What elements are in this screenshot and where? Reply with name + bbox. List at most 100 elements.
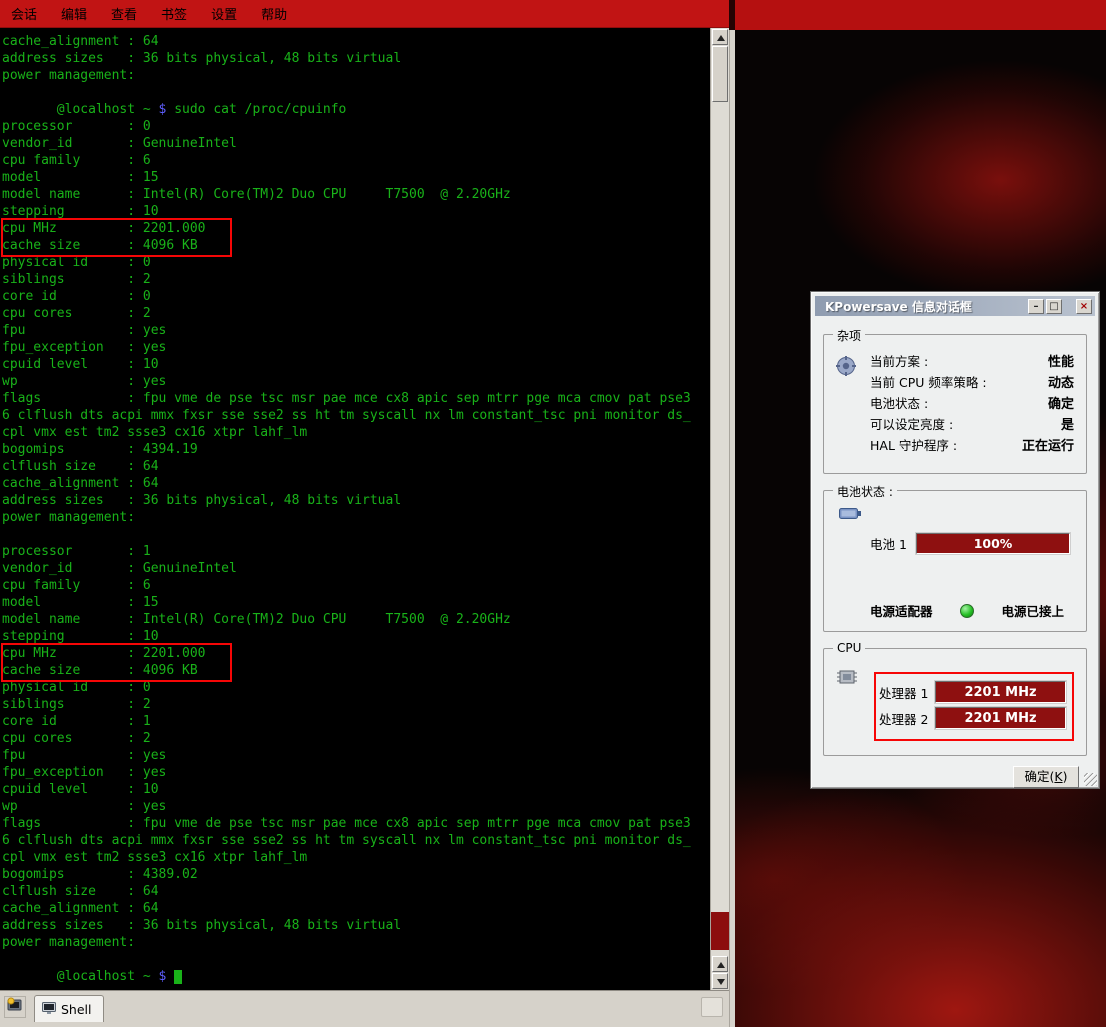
terminal-line: model : 15	[2, 169, 710, 186]
misc-row: 当前方案 : 性能	[870, 350, 1074, 371]
terminal-line: cpl vmx est tm2 ssse3 cx16 xtpr lahf_lm	[2, 424, 710, 441]
terminal-line: address sizes : 36 bits physical, 48 bit…	[2, 917, 710, 934]
terminal-line: fpu_exception : yes	[2, 764, 710, 781]
cpu-icon	[835, 667, 859, 690]
terminal-prompt-line: @localhost ~ $	[2, 968, 710, 985]
scroll-up-button-bottom[interactable]	[712, 956, 728, 972]
ok-row: 确定(K)	[823, 766, 1087, 788]
field-label: 电池状态 :	[870, 393, 928, 412]
terminal-line: cache_alignment : 64	[2, 33, 710, 50]
resize-grip[interactable]	[1084, 773, 1097, 786]
field-value: 是	[1061, 414, 1074, 433]
misc-group: 杂项 当前方案 :性能当前 CPU 频率策略 :动态电池状态 :确定可以设定亮度…	[823, 334, 1087, 474]
terminal-line: cpu MHz : 2201.000	[2, 645, 710, 662]
terminal-line: cache size : 4096 KB	[2, 237, 710, 254]
menu-item[interactable]: 会话	[11, 4, 37, 23]
cpu-label: 处理器 2	[879, 709, 935, 728]
misc-group-title: 杂项	[833, 327, 865, 344]
scroll-up-button[interactable]	[712, 29, 728, 45]
terminal-line: wp : yes	[2, 373, 710, 390]
misc-row: 电池状态 :确定	[870, 392, 1074, 413]
dialog-title: KPowersave 信息对话框	[825, 298, 1026, 315]
terminal-icon	[42, 1002, 56, 1017]
scrollbar-red-marker	[711, 912, 729, 950]
screen: 会话 编辑 查看 书签 设置 帮助 cache_alignment : 64 address…	[0, 0, 1106, 1027]
minimize-icon: –	[1034, 301, 1039, 312]
terminal-line: cpuid level : 10	[2, 356, 710, 373]
scroll-down-button[interactable]	[712, 973, 728, 989]
terminal-line: flags : fpu vme de pse tsc msr pae mce c…	[2, 390, 710, 407]
new-session-icon	[7, 997, 23, 1017]
window-border-top	[729, 0, 735, 30]
terminal-line: cpu cores : 2	[2, 305, 710, 322]
session-tabbar: Shell	[0, 990, 729, 1027]
ok-button[interactable]: 确定(K)	[1013, 766, 1079, 788]
terminal-line: vendor_id : GenuineIntel	[2, 560, 710, 577]
field-value: 性能	[1048, 351, 1074, 370]
terminal-scrollbar[interactable]	[710, 28, 729, 990]
misc-row: HAL 守护程序 :正在运行	[870, 434, 1074, 455]
scrollbar-thumb[interactable]	[712, 46, 728, 102]
terminal-line: 6 clflush dts acpi mmx fxsr sse sse2 ss …	[2, 407, 710, 424]
terminal-line: power management:	[2, 934, 710, 951]
terminal-line: clflush size : 64	[2, 458, 710, 475]
terminal-line: cpuid level : 10	[2, 781, 710, 798]
terminal-output: cache_alignment : 64 address sizes : 36 b…	[0, 28, 710, 990]
menu-item[interactable]: 编辑	[61, 4, 87, 23]
terminal-line: physical id : 0	[2, 254, 710, 271]
menu-item[interactable]: 设置	[211, 4, 237, 23]
terminal-cursor	[174, 970, 182, 984]
terminal-line: model name : Intel(R) Core(TM)2 Duo CPU …	[2, 186, 710, 203]
terminal-line: cache size : 4096 KB	[2, 662, 710, 679]
minimize-button[interactable]: –	[1028, 299, 1044, 314]
misc-rows: 当前方案 : 性能当前 CPU 频率策略 :动态电池状态 :确定可以设定亮度 : 是…	[870, 350, 1074, 455]
terminal-line: processor : 0	[2, 118, 710, 135]
terminal-line: siblings : 2	[2, 696, 710, 713]
cpu-row: 处理器 22201 MHz	[879, 707, 1066, 729]
menu-item[interactable]: 查看	[111, 4, 137, 23]
field-label: 当前方案 :	[870, 351, 928, 370]
terminal-line: bogomips : 4389.02	[2, 866, 710, 883]
cpu-group-title: CPU	[833, 641, 865, 655]
close-button[interactable]: ×	[1076, 299, 1092, 314]
battery-group: 电池状态 : 电池 1 100% 电源适配器	[823, 490, 1087, 632]
terminal-line: flags : fpu vme de pse tsc msr pae mce c…	[2, 815, 710, 832]
dialog-body: 杂项 当前方案 : 性能当前 CPU 频率策略 :动态电池状态 :确定可以设定亮度…	[815, 316, 1095, 788]
terminal-line: 6 clflush dts acpi mmx fxsr sse sse2 ss …	[2, 832, 710, 849]
cpu-label: 处理器 1	[879, 683, 935, 702]
terminal-line: fpu_exception : yes	[2, 339, 710, 356]
field-value: 动态	[1048, 372, 1074, 391]
maximize-icon: □	[1049, 301, 1058, 312]
new-session-button[interactable]	[4, 996, 26, 1018]
terminal-line	[2, 951, 710, 968]
misc-row: 可以设定亮度 : 是	[870, 413, 1074, 434]
cpu-row: 处理器 12201 MHz	[879, 681, 1066, 703]
terminal-line: physical id : 0	[2, 679, 710, 696]
battery-row: 电池 1 100%	[870, 533, 1070, 554]
dialog-titlebar[interactable]: KPowersave 信息对话框 – □ ×	[815, 296, 1095, 316]
terminal-line: cpu family : 6	[2, 577, 710, 594]
kpowersave-dialog: KPowersave 信息对话框 – □ × 杂项 当前方	[810, 291, 1100, 789]
ac-adapter-label: 电源适配器	[870, 601, 933, 620]
menu-item[interactable]: 帮助	[261, 4, 287, 23]
tab-label: Shell	[61, 1002, 92, 1017]
tab-shell[interactable]: Shell	[34, 995, 104, 1022]
terminal-line: wp : yes	[2, 798, 710, 815]
misc-row: 当前 CPU 频率策略 :动态	[870, 371, 1074, 392]
menu-item[interactable]: 书签	[161, 4, 187, 23]
cpu-rows-annotation-box: 处理器 12201 MHz处理器 22201 MHz	[874, 672, 1074, 741]
terminal-prompt-line: @localhost ~ $ sudo cat /proc/cpuinfo	[2, 101, 710, 118]
maximize-button[interactable]: □	[1046, 299, 1062, 314]
battery-percent: 100%	[974, 536, 1013, 551]
ok-label: 确定(	[1025, 769, 1055, 784]
session-list-button[interactable]	[701, 997, 723, 1017]
close-icon: ×	[1080, 301, 1088, 312]
ok-accel-key: K	[1054, 769, 1062, 784]
terminal-line: clflush size : 64	[2, 883, 710, 900]
cpu-group: CPU 处理器 12201 MHz处理器 22201 MHz	[823, 648, 1087, 756]
field-label: 可以设定亮度 :	[870, 414, 953, 433]
terminal-line: core id : 1	[2, 713, 710, 730]
cpu-frequency-bar: 2201 MHz	[935, 707, 1066, 729]
terminal-line: model name : Intel(R) Core(TM)2 Duo CPU …	[2, 611, 710, 628]
battery-label: 电池 1	[870, 534, 916, 553]
